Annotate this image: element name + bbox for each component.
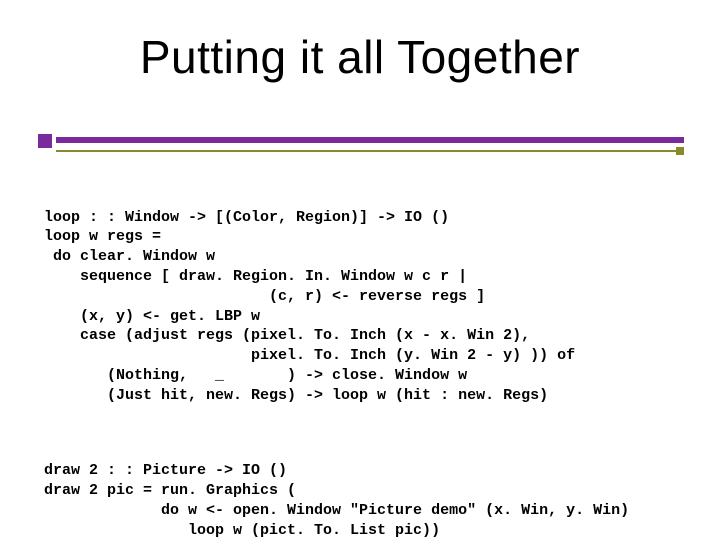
title-underline bbox=[38, 128, 684, 152]
code-block-2: draw 2 : : Picture -> IO () draw 2 pic =… bbox=[44, 461, 684, 540]
olive-square-icon bbox=[676, 147, 684, 155]
purple-line bbox=[56, 137, 684, 143]
slide: Putting it all Together loop : : Window … bbox=[0, 0, 720, 540]
purple-square-icon bbox=[38, 134, 52, 148]
slide-title: Putting it all Together bbox=[0, 30, 720, 84]
code-area: loop : : Window -> [(Color, Region)] -> … bbox=[44, 168, 684, 540]
olive-line bbox=[56, 150, 676, 152]
code-block-1: loop : : Window -> [(Color, Region)] -> … bbox=[44, 208, 684, 406]
